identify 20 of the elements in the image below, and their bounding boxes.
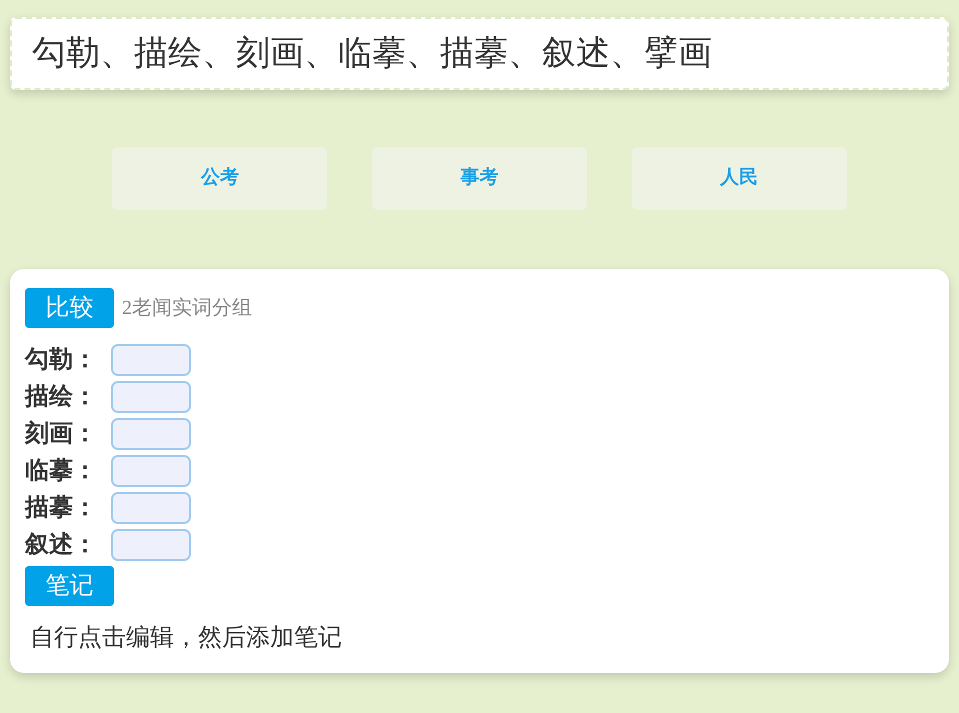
notes-text[interactable]: 自行点击编辑，然后添加笔记 [30,620,934,656]
field-label: 临摹： [25,456,98,486]
source-button[interactable]: 事考 [372,147,587,210]
input-field[interactable] [111,381,191,413]
input-field[interactable] [111,344,191,376]
field-label: 刻画： [25,419,98,449]
header-text: 勾勒、描绘、刻画、临摹、描摹、叙述、擘画 [32,34,712,74]
subtitle-text: 2老闻实词分组 [122,296,252,321]
compare-badge: 比较 [25,288,114,328]
input-field[interactable] [111,529,191,561]
field-label: 勾勒： [25,346,98,375]
field-label: 描摹： [25,494,98,523]
field-label: 描绘： [25,383,98,412]
input-field[interactable] [111,418,191,450]
input-field[interactable] [111,492,191,524]
source-button[interactable]: 人民 [632,147,847,210]
field-label: 叙述： [25,530,98,560]
input-field[interactable] [111,455,191,487]
source-button[interactable]: 公考 [112,147,328,210]
notes-badge: 笔记 [25,566,114,606]
